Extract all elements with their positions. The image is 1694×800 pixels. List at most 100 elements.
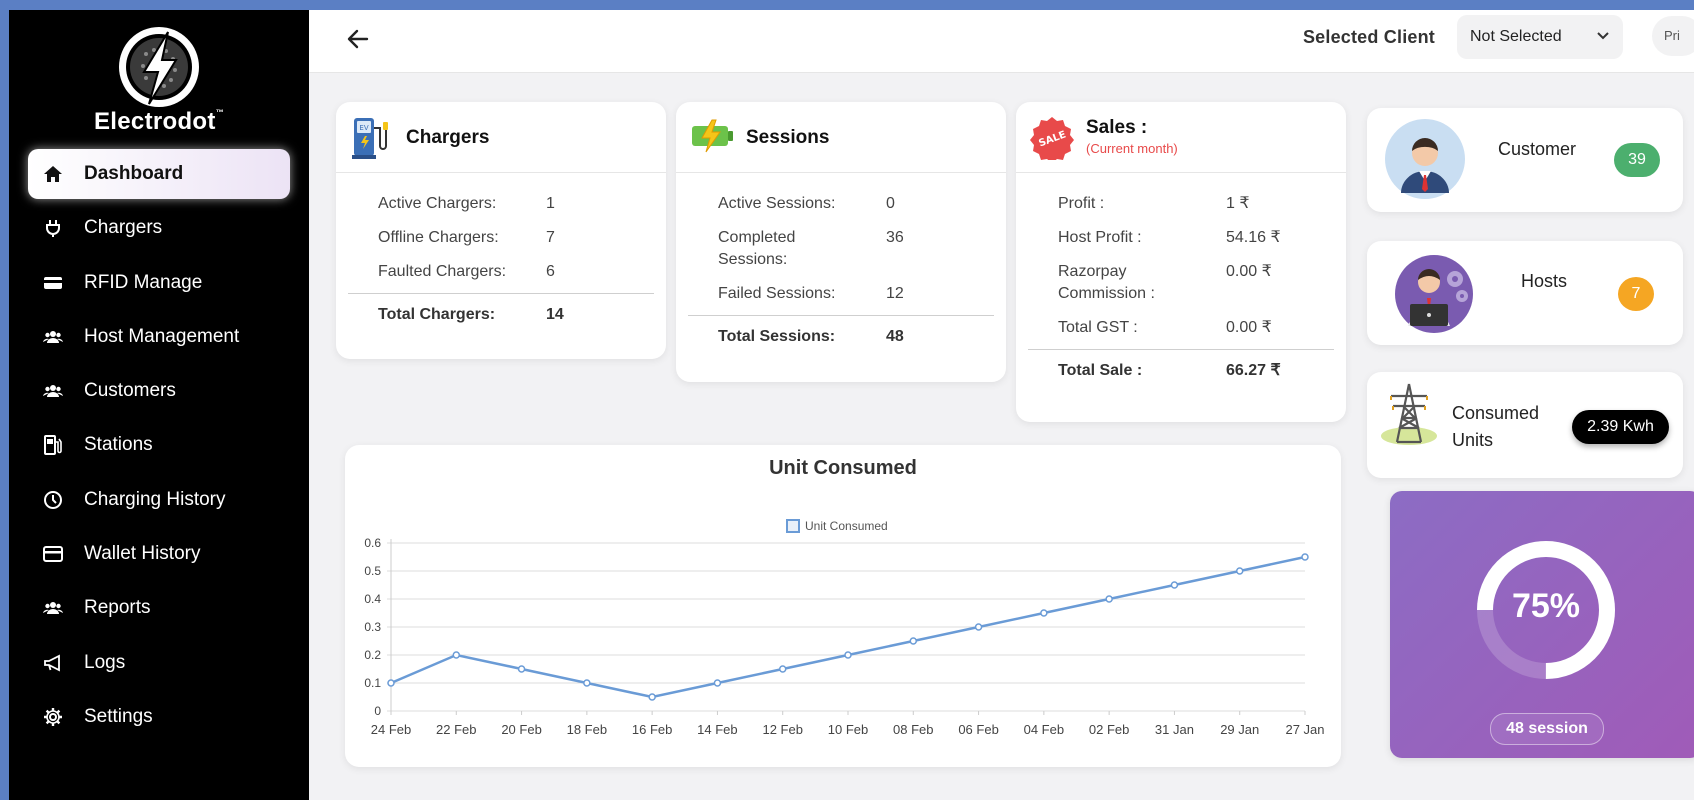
- brand-logo[interactable]: Electrodot™: [9, 24, 309, 136]
- chargers-card-title: Chargers: [406, 127, 490, 148]
- y-tick-label: 0.6: [364, 536, 381, 550]
- data-point: [713, 679, 722, 687]
- customer-card[interactable]: Customer 39: [1367, 108, 1683, 212]
- sidebar: Electrodot™ Dashboard Chargers RFID Mana…: [9, 10, 309, 800]
- progress-percent: 75%: [1511, 587, 1581, 625]
- ev-charger-icon: EV: [350, 116, 394, 160]
- battery-bolt-icon: [690, 116, 734, 160]
- x-tick-label: 16 Feb: [632, 722, 672, 737]
- data-point: [517, 665, 526, 673]
- stat-row: Host Profit :54.16 ₹: [1058, 229, 1281, 246]
- sidebar-item-stations[interactable]: Stations: [28, 420, 290, 470]
- data-point: [583, 679, 591, 687]
- x-tick-label: 29 Jan: [1220, 722, 1259, 737]
- sidebar-item-label: Wallet History: [84, 543, 201, 565]
- x-tick-label: 10 Feb: [828, 722, 868, 737]
- x-tick-label: 22 Feb: [436, 722, 476, 737]
- stat-row: Active Chargers: 1: [378, 195, 555, 212]
- data-point: [1170, 581, 1179, 589]
- sidebar-item-label: Host Management: [84, 325, 240, 347]
- sidebar-item-wallet-history[interactable]: Wallet History: [28, 529, 290, 579]
- fuel-station-icon: [42, 434, 64, 456]
- app-window: Electrodot™ Dashboard Chargers RFID Mana…: [9, 10, 1694, 800]
- users-icon: [42, 326, 64, 348]
- session-progress-card: 75% 48 session: [1390, 491, 1694, 758]
- stat-row: Total GST :0.00 ₹: [1058, 319, 1272, 336]
- home-icon: [42, 163, 64, 185]
- data-point: [452, 651, 461, 659]
- sidebar-item-dashboard[interactable]: Dashboard: [28, 149, 290, 199]
- lightning-logo-icon: [116, 24, 202, 110]
- sales-card-subtitle: (Current month): [1086, 141, 1178, 156]
- sidebar-item-label: Charging History: [84, 488, 226, 510]
- sidebar-item-reports[interactable]: Reports: [28, 583, 290, 633]
- stat-row: Profit :1 ₹: [1058, 195, 1250, 212]
- x-tick-label: 08 Feb: [893, 722, 933, 737]
- sessions-stats: Active Sessions: 0 Completed Sessions: 36 …: [676, 173, 1006, 354]
- consumed-units-badge: 2.39 Kwh: [1572, 410, 1669, 444]
- x-tick-label: 14 Feb: [697, 722, 737, 737]
- x-tick-label: 27 Jan: [1285, 722, 1324, 737]
- sidebar-item-label: RFID Manage: [84, 271, 203, 293]
- x-tick-label: 12 Feb: [762, 722, 802, 737]
- sidebar-item-logs[interactable]: Logs: [28, 638, 290, 688]
- chevron-down-icon: [1596, 28, 1610, 46]
- clock-icon: [42, 489, 64, 511]
- data-point: [844, 651, 852, 659]
- hosts-card[interactable]: Hosts 7: [1367, 241, 1683, 345]
- stat-row: Active Sessions: 0: [718, 195, 895, 212]
- back-arrow-icon[interactable]: [345, 26, 371, 52]
- sidebar-item-charging-history[interactable]: Charging History: [28, 475, 290, 525]
- stat-total-row: Total Sessions: 48: [688, 315, 994, 354]
- sales-card-header: SALE Sales : (Current month): [1016, 102, 1346, 173]
- unit-consumed-chart: Unit Consumed 0 0.1 0.2 0.3 0.4 0.5 0.6 24 Feb 22…: [364, 519, 1325, 737]
- sales-card-title: Sales :: [1086, 117, 1148, 138]
- users-icon: [42, 380, 64, 402]
- sale-tag-icon: SALE: [1030, 116, 1074, 163]
- y-tick-label: 0.2: [364, 648, 381, 662]
- x-tick-label: 02 Feb: [1089, 722, 1129, 737]
- sidebar-item-host-management[interactable]: Host Management: [28, 312, 290, 362]
- sidebar-item-label: Stations: [84, 434, 153, 456]
- data-point: [974, 623, 983, 631]
- x-tick-label: 18 Feb: [567, 722, 607, 737]
- x-tick-label: 06 Feb: [958, 722, 998, 737]
- customer-label: Customer: [1498, 139, 1577, 159]
- legend-swatch: [786, 519, 800, 533]
- profile-button[interactable]: Pri: [1652, 16, 1694, 56]
- megaphone-icon: [42, 652, 64, 674]
- x-tick-label: 31 Jan: [1155, 722, 1194, 737]
- stat-row: Offline Chargers: 7: [378, 229, 555, 246]
- sidebar-item-rfid-manage[interactable]: RFID Manage: [28, 258, 290, 308]
- sidebar-nav: Dashboard Chargers RFID Manage Host Mana…: [28, 149, 290, 746]
- x-tick-label: 24 Feb: [371, 722, 411, 737]
- stat-row: Razorpay Commission :0.00 ₹: [1058, 263, 1272, 302]
- stat-total-row: Total Chargers: 14: [348, 293, 654, 332]
- sessions-card-title: Sessions: [746, 127, 830, 148]
- sidebar-item-settings[interactable]: Settings: [28, 692, 290, 742]
- consumed-units-label: Consumed Units: [1452, 403, 1540, 450]
- y-tick-label: 0.3: [364, 620, 381, 634]
- sidebar-item-label: Chargers: [84, 217, 163, 239]
- hosts-count-badge: 7: [1618, 277, 1654, 311]
- main-content: Selected Client Not Selected Pri EV Char…: [309, 10, 1694, 800]
- hosts-label: Hosts: [1521, 271, 1568, 291]
- data-point: [1235, 567, 1244, 575]
- host-avatar-icon: [1394, 254, 1474, 334]
- client-select[interactable]: Not Selected: [1457, 15, 1623, 59]
- customer-count-badge: 39: [1614, 143, 1660, 177]
- sidebar-item-chargers[interactable]: Chargers: [28, 203, 290, 253]
- y-tick-label: 0: [374, 704, 381, 718]
- sidebar-item-label: Logs: [84, 651, 126, 673]
- sales-stats: Profit :1 ₹ Host Profit :54.16 ₹ Razorpa…: [1016, 173, 1346, 388]
- sidebar-item-label: Reports: [84, 597, 151, 619]
- sidebar-item-label: Customers: [84, 380, 176, 402]
- sidebar-item-label: Dashboard: [84, 163, 184, 184]
- card-icon: [42, 272, 64, 294]
- wallet-icon: [42, 543, 64, 565]
- consumed-units-card[interactable]: Consumed Units 2.39 Kwh: [1367, 372, 1683, 478]
- chargers-stats: Active Chargers: 1 Offline Chargers: 7 Fau…: [336, 173, 666, 332]
- sidebar-item-customers[interactable]: Customers: [28, 366, 290, 416]
- data-point: [1301, 553, 1309, 561]
- data-point: [648, 693, 656, 701]
